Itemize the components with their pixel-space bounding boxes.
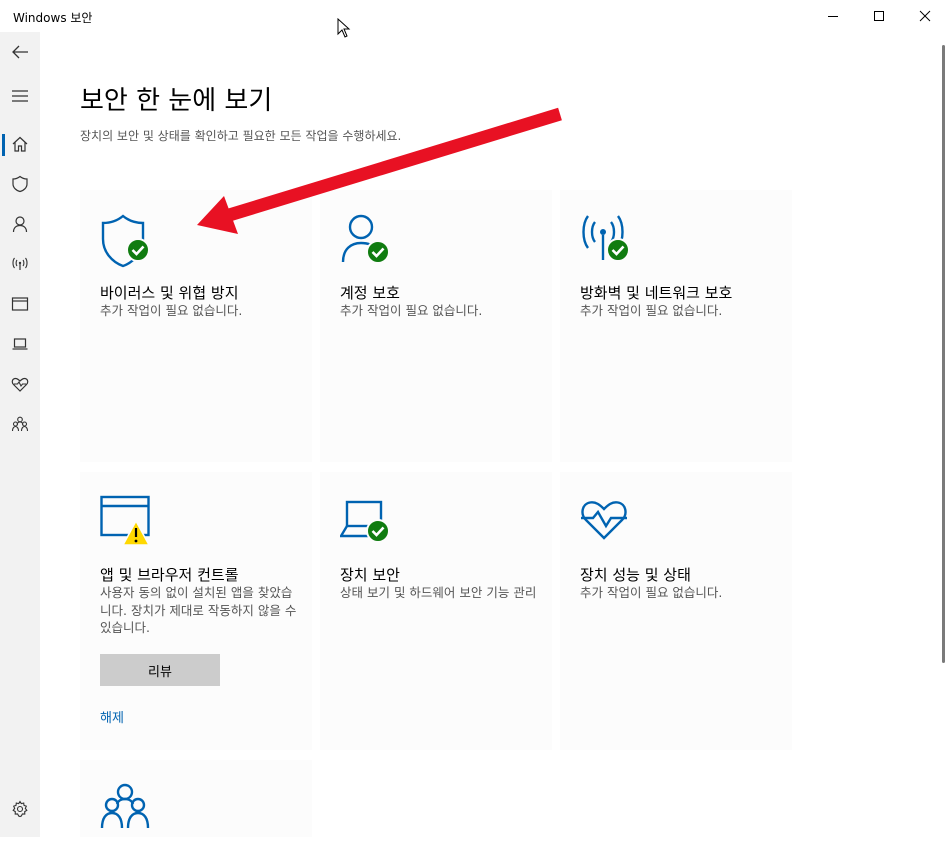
- family-icon: [100, 783, 150, 829]
- maximize-button[interactable]: [856, 0, 902, 32]
- maximize-icon: [874, 11, 884, 21]
- nav-firewall[interactable]: [0, 244, 40, 284]
- tile-status: 추가 작업이 필요 없습니다.: [100, 303, 243, 318]
- mouse-cursor-icon: [337, 18, 351, 38]
- nav-home[interactable]: [0, 124, 40, 164]
- tile-device-security[interactable]: 장치 보안 상태 보기 및 하드웨어 보안 기능 관리: [320, 472, 552, 750]
- nav-virus-protection[interactable]: [0, 164, 40, 204]
- tile-family-options[interactable]: [80, 760, 312, 837]
- hamburger-menu-icon: [12, 90, 28, 102]
- tile-title: 장치 성능 및 상태: [580, 566, 691, 584]
- family-icon: [11, 416, 29, 432]
- tile-title: 바이러스 및 위협 방지: [100, 284, 239, 302]
- gear-icon: [12, 800, 28, 818]
- menu-button[interactable]: [0, 76, 40, 116]
- back-arrow-icon: [12, 45, 28, 59]
- tile-status: 사용자 동의 없이 설치된 앱을 찾았습니다. 장치가 제대로 작동하지 않을 …: [100, 585, 297, 635]
- back-button[interactable]: [0, 32, 40, 72]
- page-subtitle: 장치의 보안 및 상태를 확인하고 필요한 모든 작업을 수행하세요.: [80, 129, 402, 143]
- title-bar: Windows 보안: [0, 0, 948, 32]
- heart-pulse-icon: [11, 377, 29, 392]
- tile-status: 추가 작업이 필요 없습니다.: [340, 303, 483, 318]
- browser-window-icon: [11, 297, 29, 311]
- review-button[interactable]: 리뷰: [100, 654, 220, 686]
- minimize-button[interactable]: [810, 0, 856, 32]
- tile-device-health[interactable]: 장치 성능 및 상태 추가 작업이 필요 없습니다.: [560, 472, 792, 750]
- nav-device-security[interactable]: [0, 324, 40, 364]
- person-check-icon: [341, 214, 390, 264]
- browser-warning-icon: [100, 495, 151, 546]
- tile-status: 추가 작업이 필요 없습니다.: [580, 303, 723, 318]
- navigation-sidebar: [0, 32, 40, 837]
- nav-device-health[interactable]: [0, 364, 40, 404]
- nav-app-browser[interactable]: [0, 284, 40, 324]
- heart-pulse-icon: [581, 501, 627, 540]
- shield-check-icon: [101, 214, 150, 268]
- tile-title: 계정 보호: [340, 284, 400, 302]
- minimize-icon: [828, 16, 838, 17]
- settings-button[interactable]: [0, 789, 40, 829]
- laptop-icon: [12, 338, 28, 350]
- tile-firewall[interactable]: 방화벽 및 네트워크 보호 추가 작업이 필요 없습니다.: [560, 190, 792, 462]
- close-icon: [919, 10, 931, 22]
- dismiss-link[interactable]: 해제: [100, 707, 124, 726]
- tile-status: 추가 작업이 필요 없습니다.: [580, 585, 723, 600]
- wireless-antenna-icon: [12, 257, 28, 270]
- close-button[interactable]: [902, 0, 948, 32]
- home-icon: [12, 136, 28, 152]
- tile-title: 방화벽 및 네트워크 보호: [580, 284, 733, 302]
- page-title: 보안 한 눈에 보기: [80, 86, 273, 116]
- antenna-check-icon: [582, 215, 630, 262]
- tile-status: 상태 보기 및 하드웨어 보안 기능 관리: [340, 585, 537, 600]
- nav-family-options[interactable]: [0, 404, 40, 444]
- tile-title: 장치 보안: [340, 566, 400, 584]
- window-title: Windows 보안: [13, 11, 93, 25]
- vertical-scrollbar[interactable]: [942, 45, 945, 663]
- tile-account-protection[interactable]: 계정 보호 추가 작업이 필요 없습니다.: [320, 190, 552, 462]
- nav-account-protection[interactable]: [0, 204, 40, 244]
- tile-title: 앱 및 브라우저 컨트롤: [100, 566, 239, 584]
- laptop-check-icon: [340, 500, 390, 543]
- tile-virus-protection[interactable]: 바이러스 및 위협 방지 추가 작업이 필요 없습니다.: [80, 190, 312, 462]
- person-icon: [12, 216, 28, 233]
- shield-icon: [12, 175, 28, 193]
